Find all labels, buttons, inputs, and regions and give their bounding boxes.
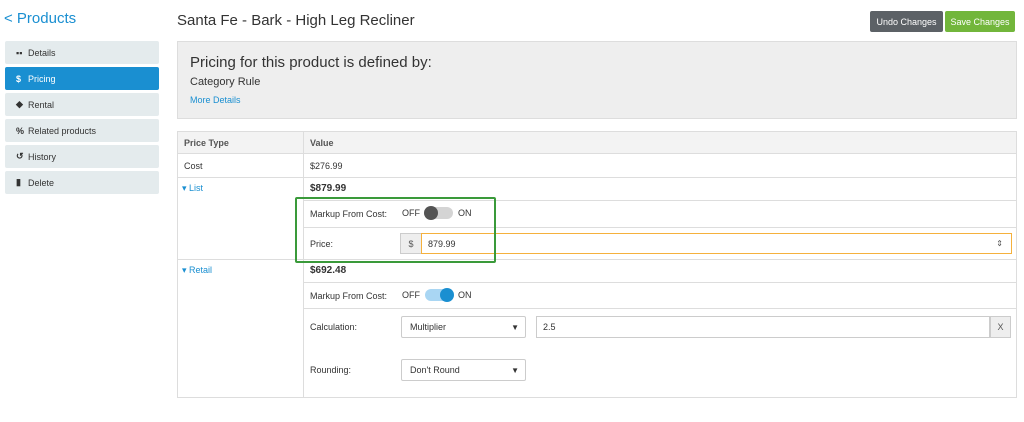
calculation-label: Calculation: bbox=[310, 322, 358, 332]
column-header-value: Value bbox=[310, 138, 334, 148]
highlight-annotation bbox=[295, 197, 496, 263]
row-divider bbox=[304, 282, 1016, 283]
sidebar-item-label: Delete bbox=[28, 177, 55, 188]
save-changes-button[interactable]: Save Changes bbox=[945, 11, 1015, 32]
caret-down-icon: ▼ bbox=[511, 323, 519, 332]
sidebar-item-history[interactable]: ↺ History bbox=[5, 145, 159, 168]
pricing-source-panel: Pricing for this product is defined by: … bbox=[177, 41, 1017, 119]
rounding-label: Rounding: bbox=[310, 365, 352, 375]
page-title: Santa Fe - Bark - High Leg Recliner bbox=[177, 12, 415, 29]
back-to-products-link[interactable]: < Products bbox=[4, 10, 76, 27]
caret-down-icon: ▼ bbox=[511, 366, 519, 375]
undo-changes-button[interactable]: Undo Changes bbox=[870, 11, 943, 32]
retail-markup-toggle[interactable]: OFF ON bbox=[402, 288, 472, 302]
list-price-summary: $879.99 bbox=[310, 183, 347, 194]
switch-knob bbox=[440, 288, 454, 302]
link-icon: % bbox=[16, 125, 25, 136]
more-details-link[interactable]: More Details bbox=[190, 95, 241, 105]
tag-icon: ◆ bbox=[16, 99, 23, 109]
calculation-select[interactable]: Multiplier ▼ bbox=[401, 316, 526, 338]
column-header-price-type: Price Type bbox=[184, 138, 229, 148]
list-price-input[interactable]: 879.99 ⇕ bbox=[421, 233, 1012, 254]
sidebar-item-related-products[interactable]: % Related products bbox=[5, 119, 159, 142]
retail-price-summary: $692.48 bbox=[310, 265, 347, 276]
sidebar-item-label: Pricing bbox=[28, 73, 56, 84]
cost-row-label: Cost bbox=[184, 161, 203, 171]
toggle-off-label: OFF bbox=[402, 290, 420, 300]
rounding-select[interactable]: Don't Round ▼ bbox=[401, 359, 526, 381]
pricing-table: Price Type Value Cost $276.99 ▾ List $87… bbox=[177, 131, 1017, 398]
retail-expander[interactable]: ▾ Retail bbox=[182, 265, 212, 276]
retail-markup-label: Markup From Cost: bbox=[310, 291, 388, 301]
spinner-icon[interactable]: ⇕ bbox=[996, 239, 1003, 248]
calculation-value: 2.5 bbox=[543, 322, 556, 332]
grid-icon: ▪▪ bbox=[16, 47, 23, 58]
row-divider bbox=[178, 177, 1016, 178]
sidebar-item-delete[interactable]: ▮ Delete bbox=[5, 171, 159, 194]
list-expander[interactable]: ▾ List bbox=[182, 183, 203, 194]
sidebar-item-details[interactable]: ▪▪ Details bbox=[5, 41, 159, 64]
toggle-on-label: ON bbox=[458, 290, 472, 300]
sidebar-item-label: Details bbox=[28, 47, 56, 58]
multiplier-suffix: X bbox=[990, 316, 1011, 338]
calculation-value-input[interactable]: 2.5 bbox=[536, 316, 990, 338]
rounding-select-value: Don't Round bbox=[410, 365, 460, 375]
retail-markup-switch[interactable] bbox=[425, 288, 454, 302]
sidebar-item-label: History bbox=[28, 151, 57, 162]
pricing-source-rule: Category Rule bbox=[190, 76, 261, 88]
sidebar-item-label: Related products bbox=[28, 125, 97, 136]
trash-icon: ▮ bbox=[16, 177, 21, 187]
pricing-source-title: Pricing for this product is defined by: bbox=[190, 54, 432, 71]
sidebar-item-pricing[interactable]: $ Pricing bbox=[5, 67, 159, 90]
row-divider bbox=[304, 308, 1016, 309]
dollar-icon: $ bbox=[16, 73, 22, 84]
column-divider bbox=[303, 132, 304, 397]
history-icon: ↺ bbox=[16, 151, 24, 161]
calculation-select-value: Multiplier bbox=[410, 322, 447, 332]
sidebar-item-rental[interactable]: ◆ Rental bbox=[5, 93, 159, 116]
cost-row-value: $276.99 bbox=[310, 161, 343, 171]
sidebar-item-label: Rental bbox=[28, 99, 55, 110]
